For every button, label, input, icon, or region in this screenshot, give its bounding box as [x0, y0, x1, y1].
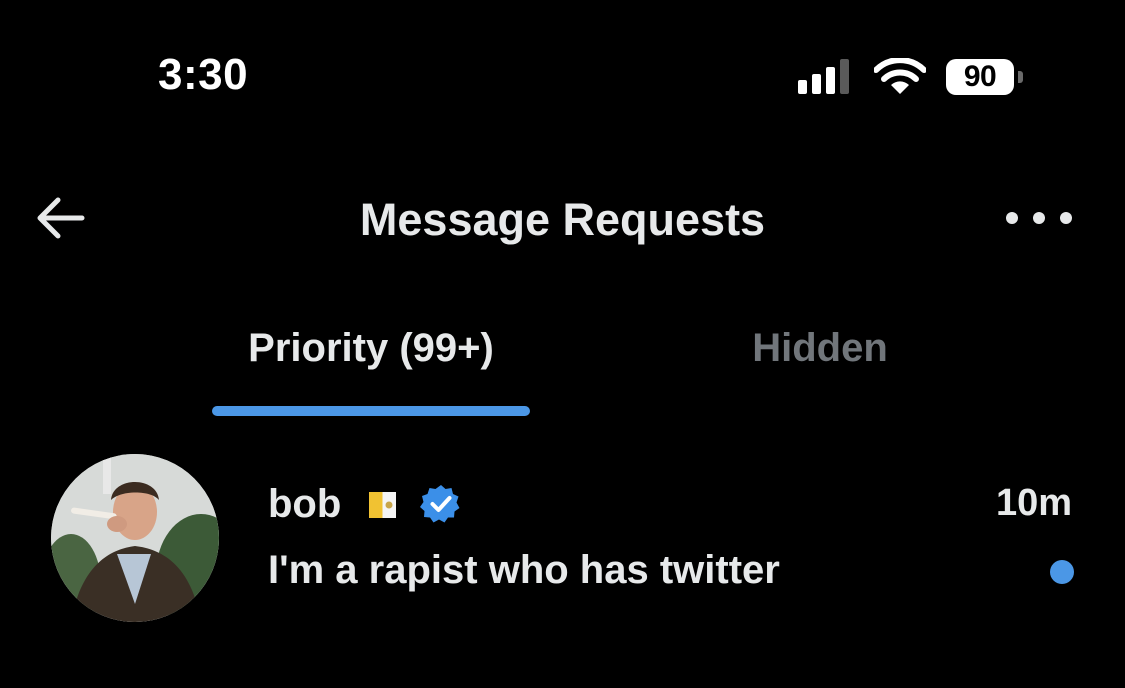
screen: 3:30 90 Message Requests Priority (99+) … — [0, 0, 1125, 688]
more-options-button[interactable] — [1006, 202, 1072, 234]
avatar[interactable] — [51, 454, 219, 622]
sender-name: bob — [268, 482, 342, 526]
verified-badge-icon — [420, 485, 460, 523]
active-tab-indicator — [212, 406, 530, 416]
battery-icon: 90 — [946, 59, 1014, 95]
more-horizontal-icon — [1006, 212, 1018, 224]
wifi-icon — [874, 58, 926, 94]
avatar-photo — [51, 454, 219, 622]
cellular-signal-icon — [798, 58, 858, 94]
battery-nub — [1018, 71, 1023, 83]
message-preview: I'm a rapist who has twitter — [268, 548, 780, 592]
status-icons: 90 — [798, 56, 1038, 96]
more-horizontal-icon — [1033, 212, 1045, 224]
vatican-flag-icon — [369, 492, 396, 518]
tab-priority[interactable]: Priority (99+) — [212, 326, 530, 371]
tab-hidden[interactable]: Hidden — [680, 326, 960, 371]
conversation-row[interactable]: bob 10m I'm a rapist who has twitter — [0, 450, 1125, 630]
more-horizontal-icon — [1060, 212, 1072, 224]
unread-indicator — [1050, 560, 1074, 584]
page-title: Message Requests — [359, 194, 766, 245]
status-time: 3:30 — [158, 50, 249, 99]
message-time: 10m — [995, 482, 1072, 524]
